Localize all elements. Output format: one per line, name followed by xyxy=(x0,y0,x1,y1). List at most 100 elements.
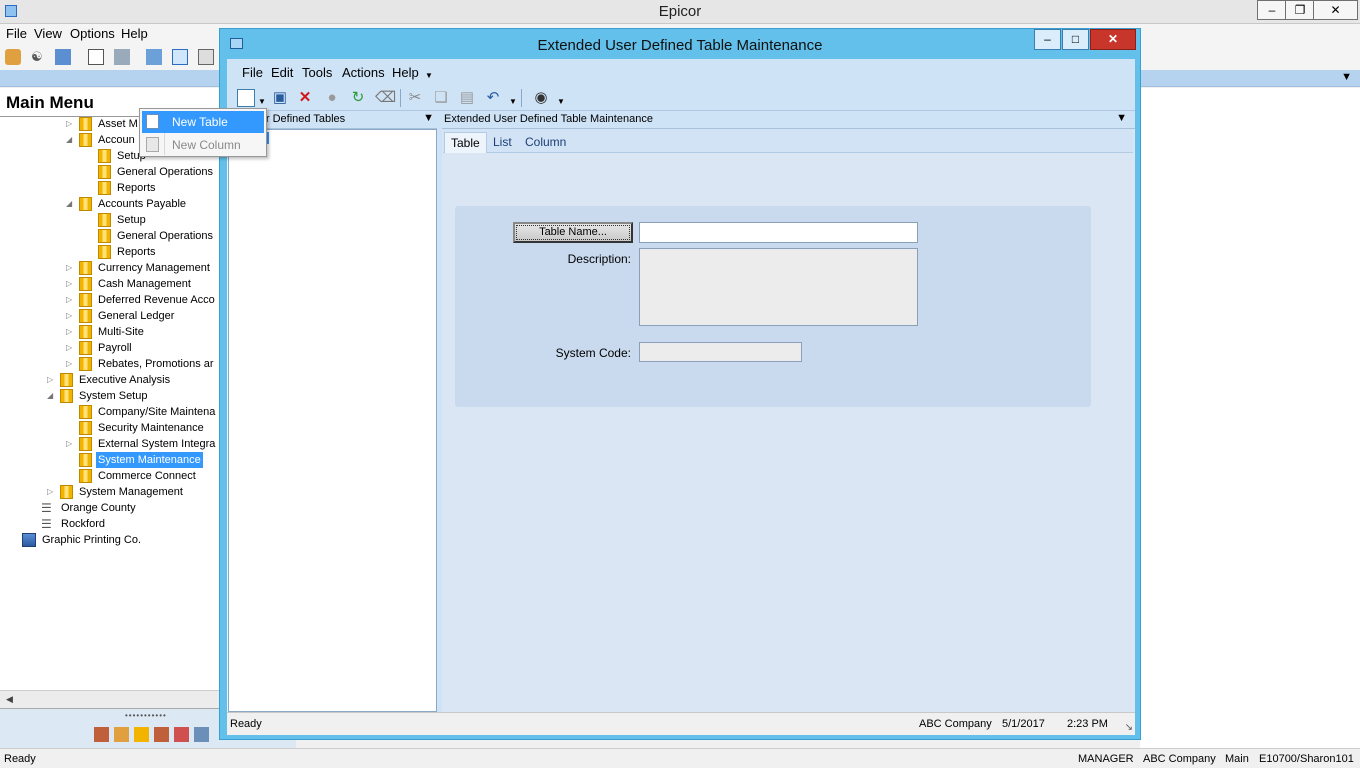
dialog-minimize-button[interactable]: – xyxy=(1034,29,1061,50)
menu-item-label: New Table xyxy=(172,115,228,129)
dialog-menu-tools[interactable]: Tools xyxy=(302,65,332,80)
tree-item-label: Accounts Payable xyxy=(98,198,187,210)
dialog-menu-help[interactable]: Help xyxy=(392,65,419,80)
dialog-body: File Edit Tools Actions Help ▼ ▼ ▣ ✕ ● ↻… xyxy=(227,59,1135,735)
refresh-icon[interactable]: ↻ xyxy=(349,89,367,107)
tree-item-label: External System Integra xyxy=(98,438,216,450)
table-name-input[interactable] xyxy=(639,222,918,243)
paste-icon[interactable]: ▤ xyxy=(458,89,476,107)
expand-icon[interactable]: ▷ xyxy=(66,308,76,324)
expand-icon[interactable]: ▷ xyxy=(66,436,76,452)
undo-icon[interactable]: ↶ xyxy=(484,89,502,107)
tab-column[interactable]: Column xyxy=(519,132,572,153)
minimize-button[interactable]: – xyxy=(1257,0,1287,20)
status-text: Ready xyxy=(4,753,36,765)
restore-button[interactable]: ❐ xyxy=(1285,0,1315,20)
expand-icon[interactable]: ▷ xyxy=(66,292,76,308)
resize-grip-icon[interactable]: ↘ xyxy=(1125,722,1133,733)
new-icon[interactable] xyxy=(237,89,255,107)
menu-item-new-table[interactable]: New Table xyxy=(142,111,264,133)
dialog-maximize-button[interactable]: □ xyxy=(1062,29,1089,50)
expand-icon[interactable]: ▷ xyxy=(66,116,76,132)
network-icon[interactable]: ☯ xyxy=(31,49,47,65)
menu-help[interactable]: Help xyxy=(121,26,148,41)
dialog-titlebar[interactable]: Extended User Defined Table Maintenance … xyxy=(220,29,1140,59)
building-icon xyxy=(22,533,36,547)
tree-item-label: Asset M xyxy=(98,118,138,130)
shortcut-icon[interactable] xyxy=(194,727,209,742)
tree-item-label: System Maintenance xyxy=(96,452,203,468)
pin-icon[interactable]: ▼ xyxy=(1116,112,1127,124)
close-button[interactable]: ✕ xyxy=(1313,0,1358,20)
calculator-icon[interactable] xyxy=(198,49,214,65)
dialog-toolbar: ▼ ▣ ✕ ● ↻ ⌫ ✂ ❏ ▤ ↶ ▼ ◉ ▼ xyxy=(227,85,1135,111)
copy-icon[interactable]: ❏ xyxy=(432,89,450,107)
document-icon xyxy=(146,137,159,152)
process-icon[interactable] xyxy=(146,49,162,65)
folder-icon xyxy=(60,389,73,403)
delete-icon[interactable]: ✕ xyxy=(296,89,314,107)
tree-item-label: General Operations xyxy=(117,230,213,242)
dialog-close-button[interactable]: ✕ xyxy=(1090,29,1136,50)
menu-file[interactable]: File xyxy=(6,26,27,41)
dialog-menu-file[interactable]: File xyxy=(242,65,263,80)
search-icon[interactable] xyxy=(172,49,188,65)
collapse-icon[interactable]: ◢ xyxy=(66,132,76,148)
undo-dropdown-icon[interactable]: ▼ xyxy=(509,97,517,106)
tab-list[interactable]: List xyxy=(487,132,518,153)
expand-icon[interactable]: ▷ xyxy=(66,260,76,276)
expand-icon[interactable]: ▷ xyxy=(47,372,57,388)
folder-icon xyxy=(79,309,92,323)
tree-item-label: Commerce Connect xyxy=(98,470,196,482)
system-code-input[interactable] xyxy=(639,342,802,362)
folder-icon xyxy=(79,437,92,451)
search-dropdown-icon[interactable]: ▼ xyxy=(557,97,565,106)
splitter-grip[interactable]: ••••••••••• xyxy=(125,711,167,720)
app-titlebar: Epicor – ❐ ✕ xyxy=(0,0,1360,24)
pin-icon[interactable]: ▼ xyxy=(1341,71,1352,83)
save-icon[interactable]: ▣ xyxy=(271,89,289,107)
description-textarea[interactable] xyxy=(639,248,918,326)
folder-icon xyxy=(79,325,92,339)
status-site: Main xyxy=(1225,753,1249,765)
dialog-menu-edit[interactable]: Edit xyxy=(271,65,293,80)
companies-icon[interactable] xyxy=(55,49,71,65)
system-code-label: System Code: xyxy=(555,346,631,360)
folder-icon xyxy=(79,405,92,419)
new-dropdown-icon[interactable]: ▼ xyxy=(258,97,266,106)
folder-open-icon xyxy=(79,453,92,467)
shortcut-icon[interactable] xyxy=(134,727,149,742)
menu-options[interactable]: Options xyxy=(70,26,115,41)
print-icon[interactable] xyxy=(114,49,130,65)
shortcut-icon[interactable] xyxy=(114,727,129,742)
clear-icon[interactable]: ⌫ xyxy=(375,89,396,107)
tree-item-label: Graphic Printing Co. xyxy=(42,534,142,546)
shortcut-icon[interactable] xyxy=(154,727,169,742)
folder-icon xyxy=(79,197,92,211)
menu-overflow-icon[interactable]: ▼ xyxy=(425,71,433,80)
tab-table[interactable]: Table xyxy=(444,132,487,153)
app-title: Epicor xyxy=(658,3,702,20)
expand-icon[interactable]: ▷ xyxy=(66,356,76,372)
pin-icon[interactable]: ▼ xyxy=(423,112,434,124)
cut-icon[interactable]: ✂ xyxy=(406,89,424,107)
expand-icon[interactable]: ▷ xyxy=(66,324,76,340)
binoculars-icon[interactable]: ◉ xyxy=(532,89,550,107)
scroll-left-icon[interactable]: ◀ xyxy=(6,694,13,705)
card-icon[interactable] xyxy=(88,49,104,65)
shortcut-icon[interactable] xyxy=(94,727,109,742)
menu-view[interactable]: View xyxy=(34,26,62,41)
expand-icon[interactable]: ▷ xyxy=(66,276,76,292)
comment-icon[interactable]: ● xyxy=(323,89,341,107)
expand-icon[interactable]: ▷ xyxy=(47,484,57,500)
table-name-button[interactable]: Table Name... xyxy=(513,222,633,243)
collapse-icon[interactable]: ◢ xyxy=(47,388,57,404)
menu-item-new-column[interactable]: New Column xyxy=(142,134,264,156)
table-form: Table Name... Description: System Code: xyxy=(455,206,1091,407)
shortcut-icon[interactable] xyxy=(174,727,189,742)
tree-item-label: Orange County xyxy=(61,502,136,514)
users-icon[interactable] xyxy=(5,49,21,65)
expand-icon[interactable]: ▷ xyxy=(66,340,76,356)
collapse-icon[interactable]: ◢ xyxy=(66,196,76,212)
dialog-menu-actions[interactable]: Actions xyxy=(342,65,385,80)
